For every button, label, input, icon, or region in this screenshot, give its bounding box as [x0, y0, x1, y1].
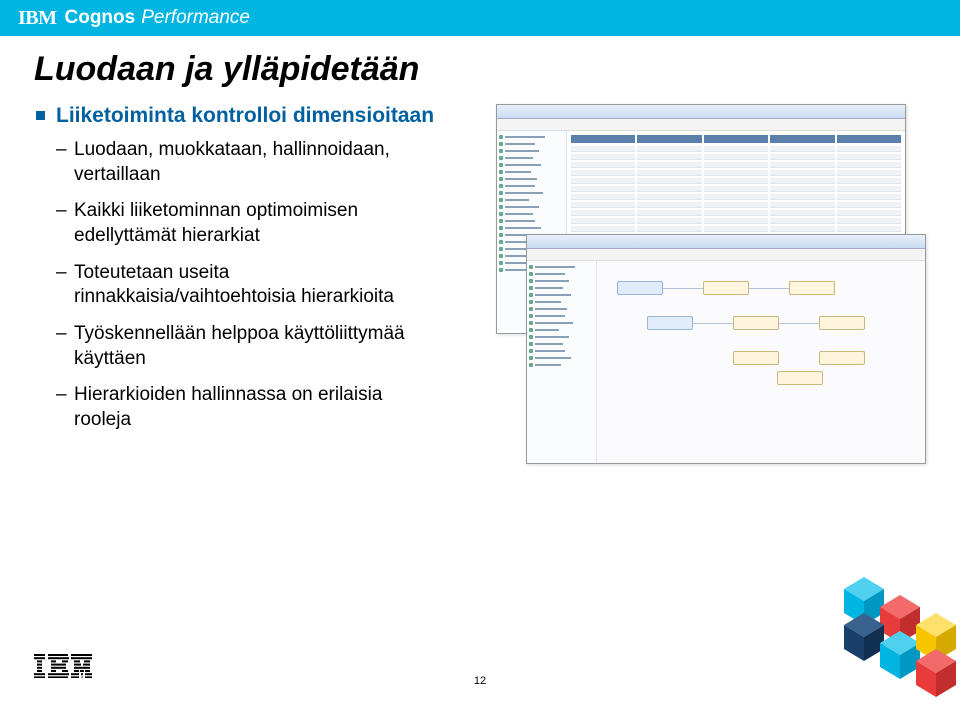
sub-item: Hierarkioiden hallinnassa on erilaisia r… — [56, 383, 436, 432]
header-ibm: IBM — [18, 7, 57, 30]
page-title: Luodaan ja ylläpidetään — [34, 50, 926, 89]
slide-content: Luodaan ja ylläpidetään Liiketoiminta ko… — [0, 36, 960, 433]
header-performance: Performance — [141, 7, 250, 29]
sub-item: Työskennellään helppoa käyttöliittymää k… — [56, 322, 436, 371]
sub-item: Toteutetaan useita rinnakkaisia/vaihtoeh… — [56, 261, 436, 310]
page-number: 12 — [474, 675, 486, 687]
ibm-logo-icon — [34, 654, 92, 683]
sub-item: Luodaan, muokkataan, hallinnoidaan, vert… — [56, 138, 436, 187]
sub-list: Luodaan, muokkataan, hallinnoidaan, vert… — [56, 138, 456, 433]
bullet-item: Liiketoiminta kontrolloi dimensioitaan L… — [36, 103, 456, 433]
screenshot-thumbnails — [496, 104, 926, 484]
screenshot-diagram — [526, 234, 926, 464]
header-cognos: Cognos — [65, 7, 136, 29]
sub-item: Kaikki liiketominnan optimoimisen edelly… — [56, 199, 436, 248]
header-bar: IBM Cognos Performance — [0, 0, 960, 36]
corner-cubes-icon — [780, 571, 960, 701]
bullet-label: Liiketoiminta kontrolloi dimensioitaan — [56, 104, 434, 127]
